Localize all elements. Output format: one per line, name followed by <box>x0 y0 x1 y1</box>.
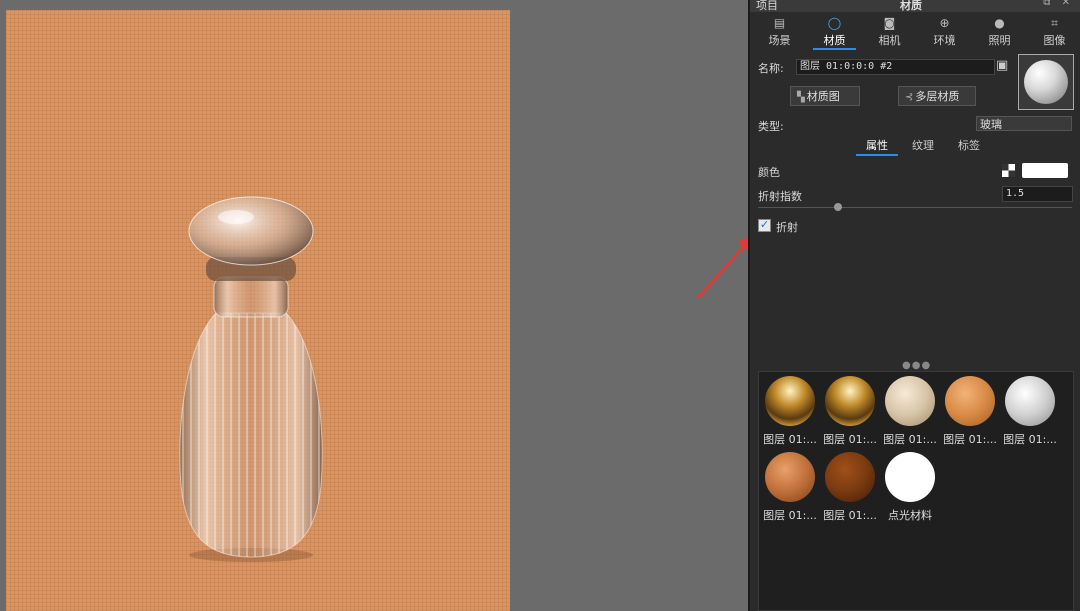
image-icon: ⌗ <box>1051 16 1058 30</box>
material-preview[interactable] <box>1018 54 1074 110</box>
library-item[interactable]: 图层 01:... <box>821 452 879 523</box>
tab-lighting-label: 照明 <box>988 34 1011 47</box>
refraction-label: 折射 <box>776 221 798 234</box>
window-controls-icon[interactable]: ⧉ ✕ <box>1043 0 1074 8</box>
tab-scene-label: 场景 <box>768 34 791 47</box>
material-sphere <box>885 376 935 426</box>
tab-image[interactable]: ⌗ 图像 <box>1029 14 1080 50</box>
library-item-label: 图层 01:... <box>763 509 817 522</box>
property-subtabs: 属性 纹理 标签 <box>854 138 992 156</box>
camera-icon: ◙ <box>883 16 896 30</box>
bulb-icon: ● <box>994 16 1005 30</box>
material-panel: 项目 材质 ⧉ ✕ ▤ 场景 ◯ 材质 ◙ 相机 ⊕ 环境 ● 照明 ⌗ 图像 … <box>748 0 1080 611</box>
preview-sphere <box>1024 60 1068 104</box>
rendered-image <box>6 10 510 611</box>
ior-label: 折射指数 <box>758 190 802 203</box>
library-item-label: 图层 01:... <box>1003 433 1057 446</box>
scene-icon: ▤ <box>773 16 786 30</box>
material-sphere <box>1005 376 1055 426</box>
tab-lighting[interactable]: ● 照明 <box>974 14 1025 50</box>
material-type-select[interactable]: 玻璃 <box>976 116 1072 131</box>
tab-environment[interactable]: ⊕ 环境 <box>919 14 970 50</box>
type-label: 类型: <box>758 120 784 133</box>
name-label: 名称: <box>758 62 784 75</box>
library-item[interactable]: 点光材料 <box>881 452 939 523</box>
texture-toggle-icon[interactable] <box>1002 164 1015 177</box>
color-swatch[interactable] <box>1022 163 1068 178</box>
library-item[interactable]: 图层 01:... <box>1001 376 1059 447</box>
material-library: 图层 01:... 图层 01:... 图层 01:... 图层 01:... … <box>758 371 1074 611</box>
graph-icon: ▚ <box>797 92 805 103</box>
material-sphere <box>765 376 815 426</box>
panel-title-bar: 项目 材质 ⧉ ✕ <box>750 0 1080 12</box>
material-name-input[interactable]: 图层 01:0:0:0 #2 <box>796 59 995 75</box>
subtab-properties[interactable]: 属性 <box>854 138 900 156</box>
material-sphere <box>825 376 875 426</box>
tab-material[interactable]: ◯ 材质 <box>809 14 860 50</box>
refraction-checkbox[interactable]: ✓ <box>758 219 771 232</box>
splitter-handle-icon[interactable]: ●●● <box>902 360 931 371</box>
ior-input[interactable]: 1.5 <box>1002 186 1073 202</box>
material-graph-label: 材质图 <box>806 90 840 103</box>
tab-environment-label: 环境 <box>933 34 956 47</box>
tab-scene[interactable]: ▤ 场景 <box>754 14 805 50</box>
layers-icon: ⊰ <box>905 92 914 103</box>
glass-bottle-render <box>179 196 323 562</box>
material-sphere <box>765 452 815 502</box>
tab-camera[interactable]: ◙ 相机 <box>864 14 915 50</box>
library-item[interactable]: 图层 01:... <box>881 376 939 447</box>
panel-title: 材质 <box>900 0 922 12</box>
multilayer-material-button[interactable]: ⊰ 多层材质 <box>898 86 976 106</box>
material-sphere <box>945 376 995 426</box>
globe-icon: ⊕ <box>939 16 950 30</box>
library-item[interactable]: 图层 01:... <box>941 376 999 447</box>
library-item[interactable]: 图层 01:... <box>761 376 819 447</box>
library-item-label: 点光材料 <box>888 509 932 522</box>
library-item-label: 图层 01:... <box>823 509 877 522</box>
ior-slider-thumb[interactable] <box>834 203 842 211</box>
ior-slider-track[interactable] <box>758 207 1072 208</box>
library-item-label: 图层 01:... <box>943 433 997 446</box>
subtab-labels[interactable]: 标签 <box>946 138 992 156</box>
save-icon[interactable]: ▣ <box>996 58 1012 74</box>
library-item-label: 图层 01:... <box>763 433 817 446</box>
material-graph-button[interactable]: ▚ 材质图 <box>790 86 860 106</box>
material-sphere <box>825 452 875 502</box>
library-item[interactable]: 图层 01:... <box>821 376 879 447</box>
tab-camera-label: 相机 <box>878 34 901 47</box>
color-label: 颜色 <box>758 166 780 179</box>
library-item[interactable]: 图层 01:... <box>761 452 819 523</box>
subtab-texture[interactable]: 纹理 <box>900 138 946 156</box>
multilayer-label: 多层材质 <box>915 90 960 103</box>
project-tab-title[interactable]: 项目 <box>756 0 778 13</box>
material-icon: ◯ <box>827 16 842 30</box>
main-tabs: ▤ 场景 ◯ 材质 ◙ 相机 ⊕ 环境 ● 照明 ⌗ 图像 <box>750 14 1080 50</box>
tab-image-label: 图像 <box>1043 34 1066 47</box>
library-item-label: 图层 01:... <box>883 433 937 446</box>
render-viewport[interactable] <box>0 0 754 611</box>
tab-material-label: 材质 <box>823 34 846 47</box>
material-sphere <box>885 452 935 502</box>
library-item-label: 图层 01:... <box>823 433 877 446</box>
